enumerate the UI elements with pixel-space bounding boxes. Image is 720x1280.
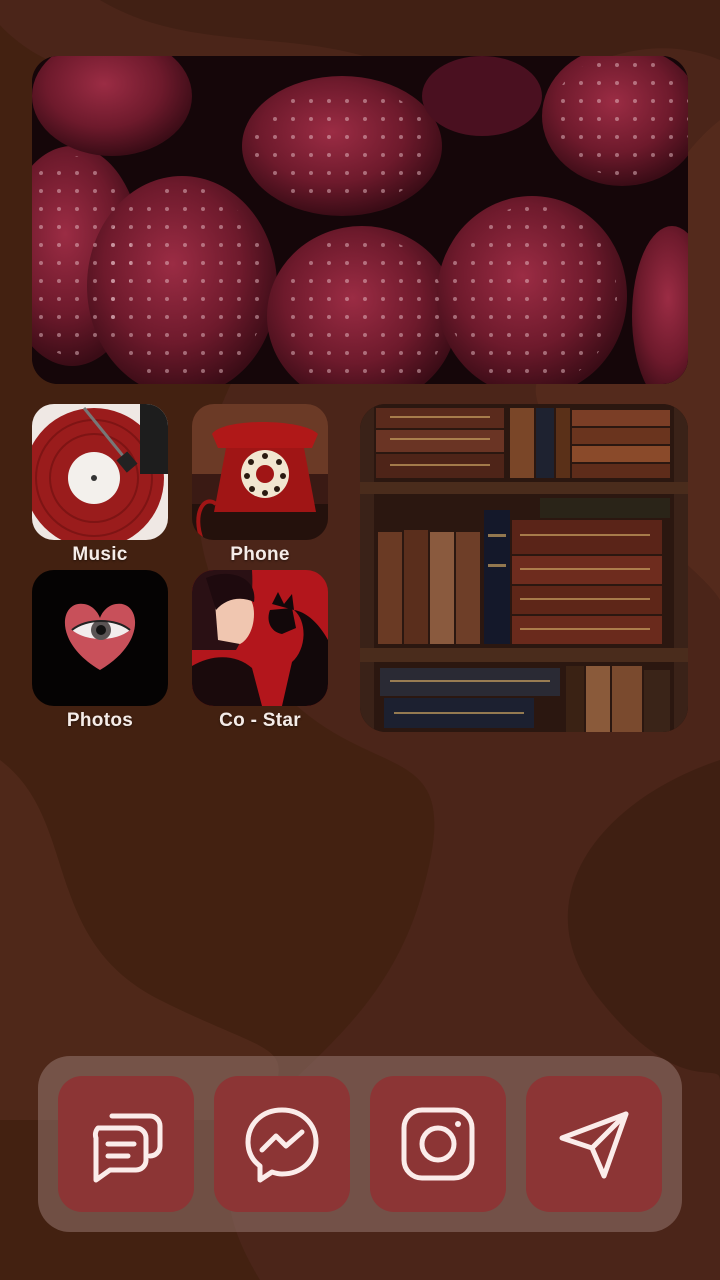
app-label: Photos [66, 710, 134, 731]
bookshelf-photo-widget[interactable] [360, 404, 688, 732]
app-label: Music [72, 544, 128, 565]
dock-send-button[interactable] [526, 1076, 662, 1212]
app-label: Co - Star [219, 710, 301, 731]
app-music[interactable]: Music [32, 404, 168, 566]
woman-cat-icon[interactable] [192, 570, 328, 706]
instagram-icon [396, 1102, 480, 1186]
heart-eye-icon[interactable] [32, 570, 168, 706]
chat-bubbles-icon [84, 1102, 168, 1186]
raspberries-photo-widget[interactable] [32, 56, 688, 384]
app-phone[interactable]: Phone [192, 404, 328, 566]
dock-instagram-button[interactable] [370, 1076, 506, 1212]
messenger-icon [240, 1102, 324, 1186]
dock-messenger-button[interactable] [214, 1076, 350, 1212]
app-co-star[interactable]: Co - Star [192, 570, 328, 732]
dock-chat-button[interactable] [58, 1076, 194, 1212]
rotary-phone-icon[interactable] [192, 404, 328, 540]
send-icon [552, 1102, 636, 1186]
record-player-icon[interactable] [32, 404, 168, 540]
dock [38, 1056, 682, 1232]
app-label: Phone [230, 544, 290, 565]
app-photos[interactable]: Photos [32, 570, 168, 732]
